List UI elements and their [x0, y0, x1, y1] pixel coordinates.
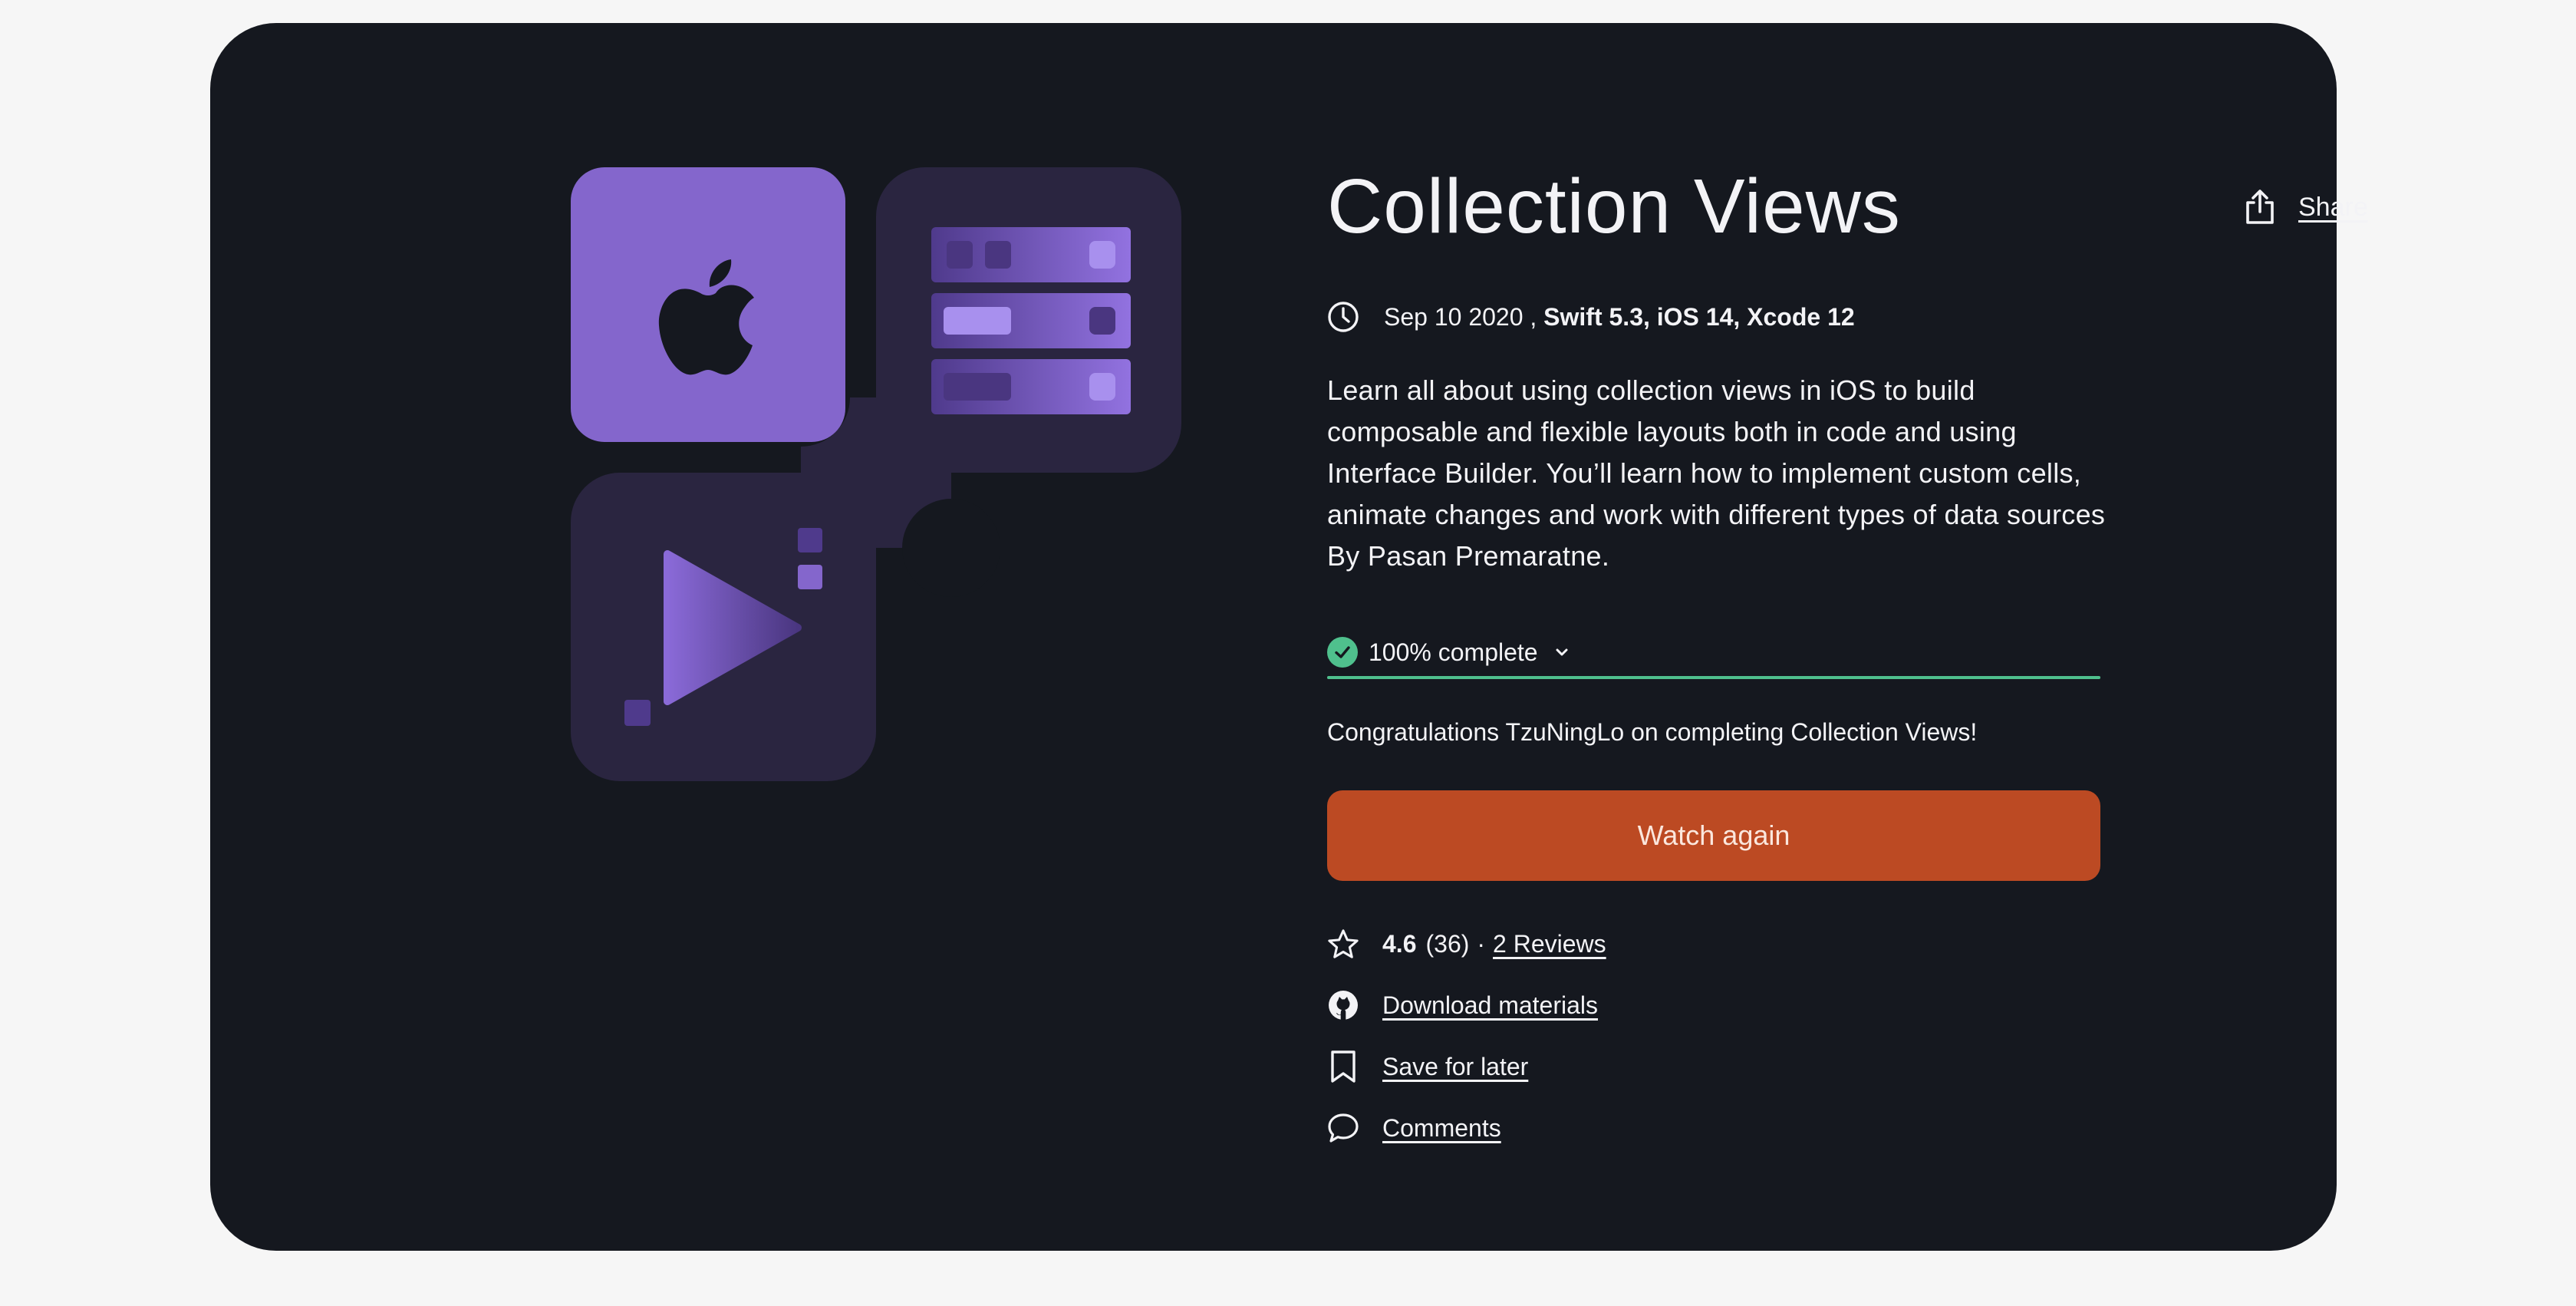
rating-value: 4.6	[1382, 929, 1417, 958]
rating-row: 4.6 (36) · 2 Reviews	[1327, 924, 1606, 964]
bookmark-icon	[1327, 1050, 1359, 1083]
completion-message: Congratulations TzuNingLo on completing …	[1327, 718, 1978, 746]
download-materials-link[interactable]: Download materials	[1382, 991, 1598, 1020]
comments-row[interactable]: Comments	[1327, 1108, 1501, 1148]
release-date: Sep 10 2020	[1384, 302, 1524, 331]
share-label: Share	[2298, 192, 2368, 222]
chevron-down-icon	[1555, 648, 1569, 657]
comment-icon	[1327, 1113, 1359, 1143]
comments-link[interactable]: Comments	[1382, 1114, 1501, 1143]
progress-label: 100% complete	[1369, 638, 1538, 666]
check-circle-icon	[1327, 637, 1358, 668]
clock-icon	[1327, 301, 1359, 333]
rating-separator: ·	[1477, 929, 1486, 958]
page-title: Collection Views	[1327, 163, 1901, 249]
share-icon	[2243, 189, 2277, 226]
rating-count: (36)	[1425, 929, 1470, 958]
progress-bar	[1327, 676, 2100, 679]
apple-tile	[571, 167, 845, 442]
download-materials-row[interactable]: Download materials	[1327, 985, 1598, 1025]
reviews-link[interactable]: 2 Reviews	[1493, 930, 1606, 958]
github-icon	[1327, 989, 1359, 1021]
star-icon	[1327, 928, 1359, 960]
technologies: Swift 5.3, iOS 14, Xcode 12	[1543, 302, 1855, 331]
watch-again-button[interactable]: Watch again	[1327, 790, 2100, 881]
course-meta: Sep 10 2020 , Swift 5.3, iOS 14, Xcode 1…	[1327, 298, 1855, 336]
course-artwork	[571, 167, 1181, 781]
progress-bar-fill	[1327, 676, 2100, 679]
date-separator: ,	[1523, 302, 1544, 331]
course-card: Collection Views Share Sep 10 2020 , Swi…	[210, 23, 2368, 1251]
save-for-later-link[interactable]: Save for later	[1382, 1053, 1528, 1081]
save-for-later-row[interactable]: Save for later	[1327, 1047, 1528, 1087]
course-description: Learn all about using collection views i…	[1327, 374, 2106, 572]
list-bars-graphic	[931, 227, 1131, 414]
share-button[interactable]: Share	[2243, 187, 2368, 227]
progress-dropdown[interactable]: 100% complete	[1327, 628, 2100, 677]
